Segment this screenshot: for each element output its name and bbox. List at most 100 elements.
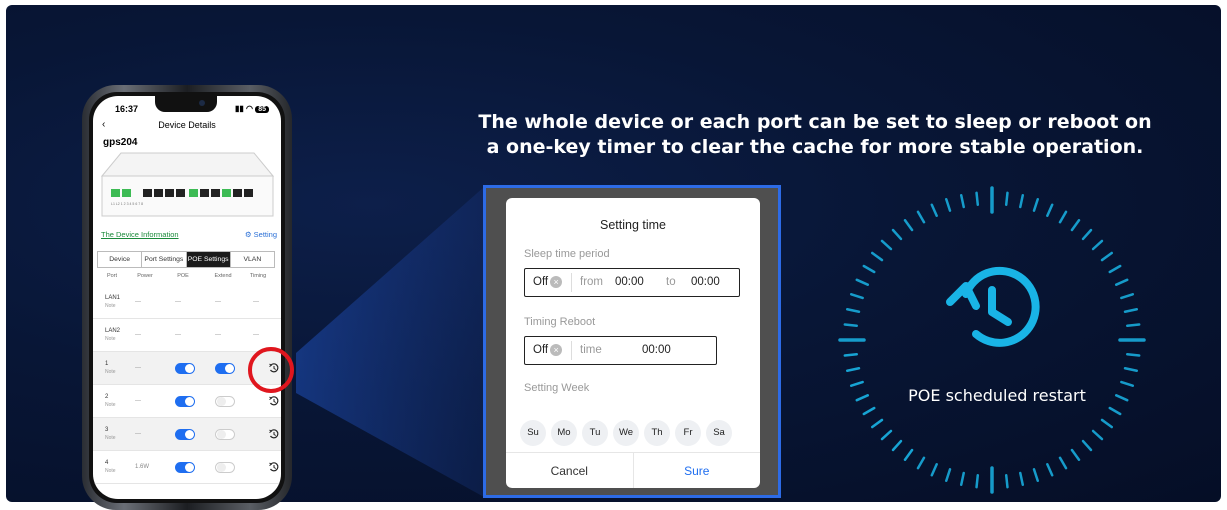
restart-dial: [838, 186, 1146, 494]
dial-tick: [843, 323, 858, 328]
day-friday[interactable]: Fr: [675, 420, 701, 446]
svg-text:L1 L2 1 2 3 4: L1 L2 1 2 3 4 5 6 7 8: [111, 202, 143, 206]
to-time-input[interactable]: 00:00: [691, 276, 720, 288]
status-time: 16:37: [115, 104, 139, 114]
tab-vlan[interactable]: VLAN: [231, 252, 274, 267]
power-value: ---: [135, 332, 141, 338]
setting-label: Setting: [253, 230, 277, 239]
dial-label: POE scheduled restart: [908, 386, 1086, 405]
setting-time-dialog: Setting time Sleep time period Off × from…: [506, 198, 760, 488]
tab-port-settings[interactable]: Port Settings: [142, 252, 187, 267]
port-note[interactable]: Note: [105, 302, 120, 310]
clear-icon[interactable]: ×: [550, 276, 563, 288]
off-label: Off: [533, 276, 549, 288]
device-info-link[interactable]: The Device Information: [101, 230, 179, 239]
dial-tick: [1114, 394, 1129, 402]
dial-tick: [1004, 191, 1009, 206]
timer-restart-icon[interactable]: [268, 428, 280, 440]
extend-toggle[interactable]: [215, 462, 235, 473]
tab-bar: Device Port Settings POE Settings VLAN: [97, 251, 275, 268]
timer-restart-icon[interactable]: [268, 461, 280, 473]
table-row: LAN1 Note --- --- --- ---: [93, 286, 281, 319]
day-monday[interactable]: Mo: [551, 420, 577, 446]
nav-bar: ‹ Device Details: [93, 119, 281, 130]
port-note[interactable]: Note: [105, 401, 116, 409]
dial-tick: [1046, 203, 1054, 218]
highlight-ring: [248, 347, 294, 393]
dial-tick: [1019, 193, 1025, 209]
port-note[interactable]: Note: [105, 467, 116, 475]
poe-toggle[interactable]: [175, 429, 195, 440]
sleep-off-toggle[interactable]: Off ×: [533, 276, 563, 288]
phone-mockup: 16:37 ▮▮ ◠ 85 ‹ Device Details gps204 L1…: [82, 85, 292, 510]
clear-icon[interactable]: ×: [550, 344, 563, 356]
port-name: LAN1: [105, 295, 121, 301]
port-name: LAN2: [105, 328, 121, 334]
table-row: LAN2 Note --- --- --- ---: [93, 319, 281, 352]
table-row: 2 Note ---: [93, 385, 281, 418]
sure-button[interactable]: Sure: [634, 453, 761, 488]
col-timing: Timing: [249, 273, 267, 279]
tab-poe-settings[interactable]: POE Settings: [186, 252, 231, 267]
dial-tick: [849, 380, 864, 387]
reboot-time-input[interactable]: 00:00: [642, 344, 671, 356]
day-wednesday[interactable]: We: [613, 420, 639, 446]
device-name: gps204: [103, 137, 138, 148]
dial-tick: [845, 307, 861, 313]
dial-tick: [843, 352, 858, 357]
timing-reboot-field[interactable]: Off × time 00:00: [524, 336, 717, 365]
dial-tick: [1032, 197, 1039, 212]
day-thursday[interactable]: Th: [644, 420, 670, 446]
port-note[interactable]: Note: [105, 335, 120, 343]
day-sunday[interactable]: Su: [520, 420, 546, 446]
dial-tick: [1108, 406, 1122, 416]
cancel-button[interactable]: Cancel: [506, 453, 634, 488]
extend-value: ---: [215, 332, 221, 338]
sleep-period-field[interactable]: Off × from 00:00 to 00:00: [524, 268, 740, 297]
power-value: ---: [135, 299, 141, 305]
restart-clock-icon: [946, 266, 1040, 347]
dial-tick: [871, 418, 884, 429]
poe-toggle[interactable]: [175, 363, 195, 374]
dial-tick: [930, 203, 938, 218]
extend-toggle[interactable]: [215, 396, 235, 407]
dial-tick: [1070, 448, 1081, 461]
poe-toggle[interactable]: [175, 462, 195, 473]
dial-tick: [903, 448, 914, 461]
from-time-input[interactable]: 00:00: [615, 276, 644, 288]
time-label: time: [580, 344, 602, 356]
dial-tick: [880, 239, 893, 251]
dial-tick: [1120, 293, 1135, 300]
dial-tick: [1046, 462, 1054, 477]
dial-tick: [975, 474, 980, 489]
reboot-off-toggle[interactable]: Off ×: [533, 344, 563, 356]
dial-tick: [1070, 219, 1081, 232]
dial-tick: [1126, 323, 1141, 328]
day-saturday[interactable]: Sa: [706, 420, 732, 446]
status-icons: ▮▮ ◠ 85: [235, 104, 269, 113]
extend-toggle[interactable]: [215, 429, 235, 440]
table-row: 3 Note ---: [93, 418, 281, 451]
dial-tick: [1126, 352, 1141, 357]
day-tuesday[interactable]: Tu: [582, 420, 608, 446]
dial-tick: [916, 456, 926, 470]
port-note[interactable]: Note: [105, 434, 116, 442]
col-power: Power: [137, 273, 153, 279]
dial-tick: [1108, 264, 1122, 274]
dial-tick: [959, 471, 965, 487]
tab-device[interactable]: Device: [98, 252, 143, 267]
dial-tick: [945, 468, 952, 483]
port-name: 1: [105, 361, 109, 367]
dialog-title: Setting time: [599, 218, 666, 232]
table-header: Port Power POE Extend Timing: [97, 273, 279, 279]
back-icon[interactable]: ‹: [102, 119, 105, 130]
port-name: 2: [105, 394, 109, 400]
port-note[interactable]: Note: [105, 368, 116, 376]
extend-toggle[interactable]: [215, 363, 235, 374]
setting-link[interactable]: ⚙ Setting: [245, 230, 277, 239]
timing-value: ---: [253, 299, 259, 305]
poe-toggle[interactable]: [175, 396, 195, 407]
dial-tick: [855, 394, 870, 402]
col-poe: POE: [177, 273, 189, 279]
timer-restart-icon[interactable]: [268, 395, 280, 407]
